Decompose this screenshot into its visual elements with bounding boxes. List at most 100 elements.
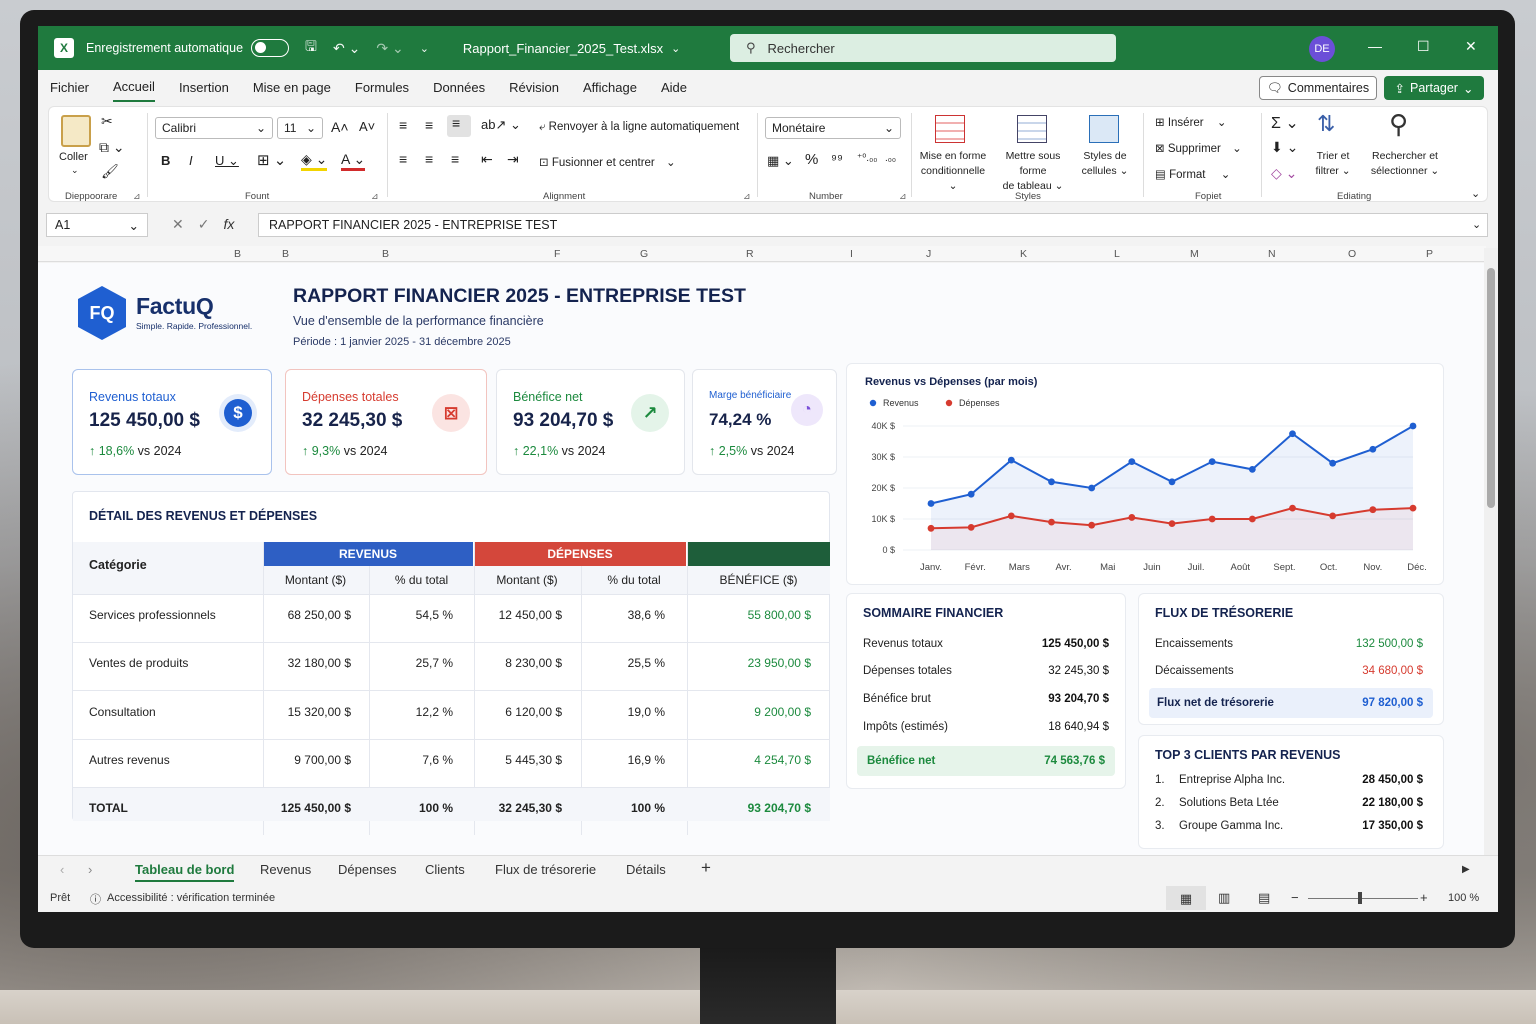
- table-cell[interactable]: Consultation: [89, 705, 156, 719]
- tab-flux-tresorerie[interactable]: Flux de trésorerie: [495, 862, 596, 877]
- insert-button[interactable]: ⊞ Insérer ⌄: [1155, 115, 1226, 129]
- add-sheet-icon[interactable]: +: [701, 858, 711, 878]
- increase-decimal-icon[interactable]: ⁺⁰.₀₀: [857, 153, 877, 164]
- table-cell[interactable]: Ventes de produits: [89, 656, 188, 670]
- maximize-icon[interactable]: ☐: [1417, 38, 1430, 55]
- column-header[interactable]: O: [1348, 248, 1356, 260]
- menu-donnees[interactable]: Données: [433, 74, 485, 101]
- tab-details[interactable]: Détails: [626, 862, 666, 877]
- table-cell[interactable]: 12,2 %: [369, 705, 453, 719]
- tab-revenus[interactable]: Revenus: [260, 862, 311, 877]
- column-header[interactable]: G: [640, 248, 648, 260]
- close-icon[interactable]: ✕: [1465, 38, 1477, 55]
- vertical-scrollbar[interactable]: [1484, 248, 1498, 858]
- table-cell[interactable]: 4 254,70 $: [687, 753, 811, 767]
- table-cell[interactable]: 25,5 %: [581, 656, 665, 670]
- zoom-slider-thumb[interactable]: [1358, 892, 1362, 904]
- fill-icon[interactable]: ⬇ ⌄: [1271, 139, 1298, 156]
- increase-indent-icon[interactable]: ⇥: [507, 151, 519, 168]
- menu-formules[interactable]: Formules: [355, 74, 409, 101]
- zoom-slider[interactable]: [1308, 898, 1418, 899]
- menu-accueil[interactable]: Accueil: [113, 73, 155, 102]
- table-cell[interactable]: Services professionnels: [89, 608, 216, 622]
- table-cell[interactable]: 16,9 %: [581, 753, 665, 767]
- table-cell[interactable]: 15 320,00 $: [263, 705, 351, 719]
- increase-font-icon[interactable]: A˄: [331, 119, 349, 135]
- table-cell[interactable]: 9 700,00 $: [263, 753, 351, 767]
- expand-formula-icon[interactable]: ⌄: [1472, 218, 1481, 231]
- kpi-card-marge[interactable]: Marge bénéficiaire 74,24 % ↑ 2,5% vs 202…: [692, 369, 837, 475]
- scrollbar-thumb[interactable]: [1487, 268, 1495, 508]
- wrap-text-button[interactable]: ⤶ Renvoyer à la ligne automatiquement: [539, 121, 739, 134]
- merge-center-button[interactable]: ⊡ Fusionner et centrer ⌄: [539, 155, 676, 169]
- zoom-out-icon[interactable]: −: [1291, 890, 1299, 905]
- align-top-icon[interactable]: ≡: [399, 117, 407, 133]
- cell-styles-button[interactable]: Styles de cellules ⌄: [1077, 149, 1133, 179]
- search-box[interactable]: ⚲ Rechercher: [730, 34, 1116, 62]
- format-table-button[interactable]: Mettre sous forme de tableau ⌄: [991, 149, 1075, 194]
- font-name-select[interactable]: Calibri ⌄: [155, 117, 273, 139]
- kpi-card-depenses[interactable]: Dépenses totales 32 245,30 $ ↑ 9,3% vs 2…: [285, 369, 487, 475]
- total-cell[interactable]: 125 450,00 $: [263, 801, 351, 815]
- align-middle-icon[interactable]: ≡: [425, 117, 433, 133]
- accounting-icon[interactable]: ▦ ⌄: [767, 153, 794, 169]
- tab-clients[interactable]: Clients: [425, 862, 465, 877]
- prev-sheet-icon[interactable]: ‹: [60, 862, 64, 877]
- dialog-launcher-icon[interactable]: ⊿: [133, 191, 141, 202]
- page-layout-icon[interactable]: ▥: [1218, 890, 1230, 906]
- format-button[interactable]: ▤ Format ⌄: [1155, 167, 1230, 181]
- table-cell[interactable]: 38,6 %: [581, 608, 665, 622]
- redo-icon[interactable]: ↷ ⌄: [376, 40, 403, 57]
- minimize-icon[interactable]: —: [1368, 38, 1382, 54]
- formula-input[interactable]: RAPPORT FINANCIER 2025 - ENTREPRISE TEST: [258, 213, 1488, 237]
- dialog-launcher-icon[interactable]: ⊿: [371, 191, 379, 202]
- worksheet[interactable]: FQ FactuQ Simple. Rapide. Professionnel.…: [38, 263, 1484, 855]
- total-cell[interactable]: 100 %: [581, 801, 665, 815]
- clear-icon[interactable]: ◇ ⌄: [1271, 165, 1297, 182]
- column-header[interactable]: B: [382, 248, 389, 260]
- align-left-icon[interactable]: ≡: [399, 151, 407, 167]
- delete-button[interactable]: ⊠ Supprimer ⌄: [1155, 141, 1242, 155]
- conditional-format-button[interactable]: Mise en forme conditionnelle ⌄: [917, 149, 989, 194]
- percent-icon[interactable]: %: [805, 151, 818, 168]
- column-header[interactable]: R: [746, 248, 754, 260]
- column-header[interactable]: I: [850, 248, 853, 260]
- column-header[interactable]: K: [1020, 248, 1027, 260]
- table-cell[interactable]: 19,0 %: [581, 705, 665, 719]
- table-cell[interactable]: 32 180,00 $: [263, 656, 351, 670]
- fill-color-icon[interactable]: ◈ ⌄: [301, 151, 328, 171]
- format-painter-icon[interactable]: 🖌: [101, 163, 119, 180]
- total-cell[interactable]: TOTAL: [89, 801, 128, 815]
- table-cell[interactable]: 23 950,00 $: [687, 656, 811, 670]
- zoom-level[interactable]: 100 %: [1448, 892, 1479, 904]
- collapse-ribbon-icon[interactable]: ⌄: [1471, 187, 1480, 200]
- dialog-launcher-icon[interactable]: ⊿: [899, 191, 907, 202]
- file-name[interactable]: Rapport_Financier_2025_Test.xlsx: [463, 41, 663, 56]
- table-cell[interactable]: 5 445,30 $: [474, 753, 562, 767]
- kpi-card-revenus[interactable]: Revenus totaux 125 450,00 $ ↑ 18,6% vs 2…: [72, 369, 272, 475]
- kpi-card-benefice[interactable]: Bénéfice net 93 204,70 $ ↑ 22,1% vs 2024…: [496, 369, 685, 475]
- align-center-icon[interactable]: ≡: [425, 151, 433, 167]
- align-bottom-icon[interactable]: ≡: [447, 115, 471, 137]
- underline-icon[interactable]: U ⌄: [215, 153, 239, 169]
- menu-fichier[interactable]: Fichier: [50, 74, 89, 101]
- undo-icon[interactable]: ↶ ⌄: [333, 40, 360, 57]
- column-header[interactable]: F: [554, 248, 560, 260]
- tab-tableau-de-bord[interactable]: Tableau de bord: [135, 862, 235, 882]
- italic-icon[interactable]: I: [189, 153, 193, 168]
- borders-icon[interactable]: ⊞ ⌄: [257, 151, 286, 169]
- table-cell[interactable]: 7,6 %: [369, 753, 453, 767]
- normal-view-icon[interactable]: ▦: [1166, 886, 1206, 910]
- menu-insertion[interactable]: Insertion: [179, 74, 229, 101]
- font-size-select[interactable]: 11 ⌄: [277, 117, 323, 139]
- table-cell[interactable]: 25,7 %: [369, 656, 453, 670]
- orientation-icon[interactable]: ab↗ ⌄: [481, 117, 521, 133]
- customize-quick-access-icon[interactable]: ⌄: [420, 42, 429, 55]
- decrease-font-icon[interactable]: A˅: [359, 119, 375, 134]
- format-table-icon[interactable]: [1017, 115, 1047, 143]
- find-icon[interactable]: ⚲: [1389, 109, 1408, 140]
- table-cell[interactable]: 6 120,00 $: [474, 705, 562, 719]
- cell-styles-icon[interactable]: [1089, 115, 1119, 143]
- chevron-down-icon[interactable]: ⌄: [71, 165, 79, 176]
- cancel-icon[interactable]: ✕: [172, 216, 184, 233]
